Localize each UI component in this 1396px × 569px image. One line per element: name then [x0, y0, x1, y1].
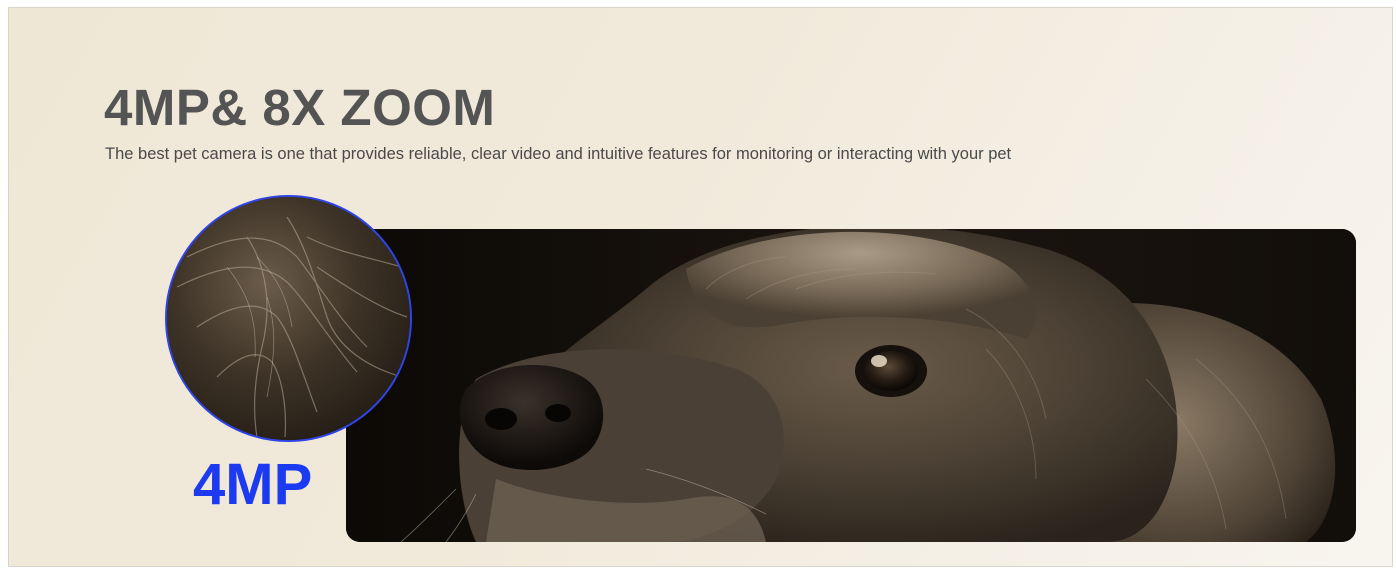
zoom-detail-lens [165, 195, 412, 442]
dog-photo [346, 229, 1356, 542]
section-subtitle: The best pet camera is one that provides… [105, 145, 1012, 163]
section-headline: 4MP& 8X ZOOM [104, 79, 496, 136]
dog-photo-illustration [346, 229, 1356, 542]
feature-section: 4MP& 8X ZOOM The best pet camera is one … [8, 7, 1393, 567]
zoom-label-4mp: 4MP [193, 452, 313, 517]
zoom-detail-illustration [167, 197, 410, 440]
